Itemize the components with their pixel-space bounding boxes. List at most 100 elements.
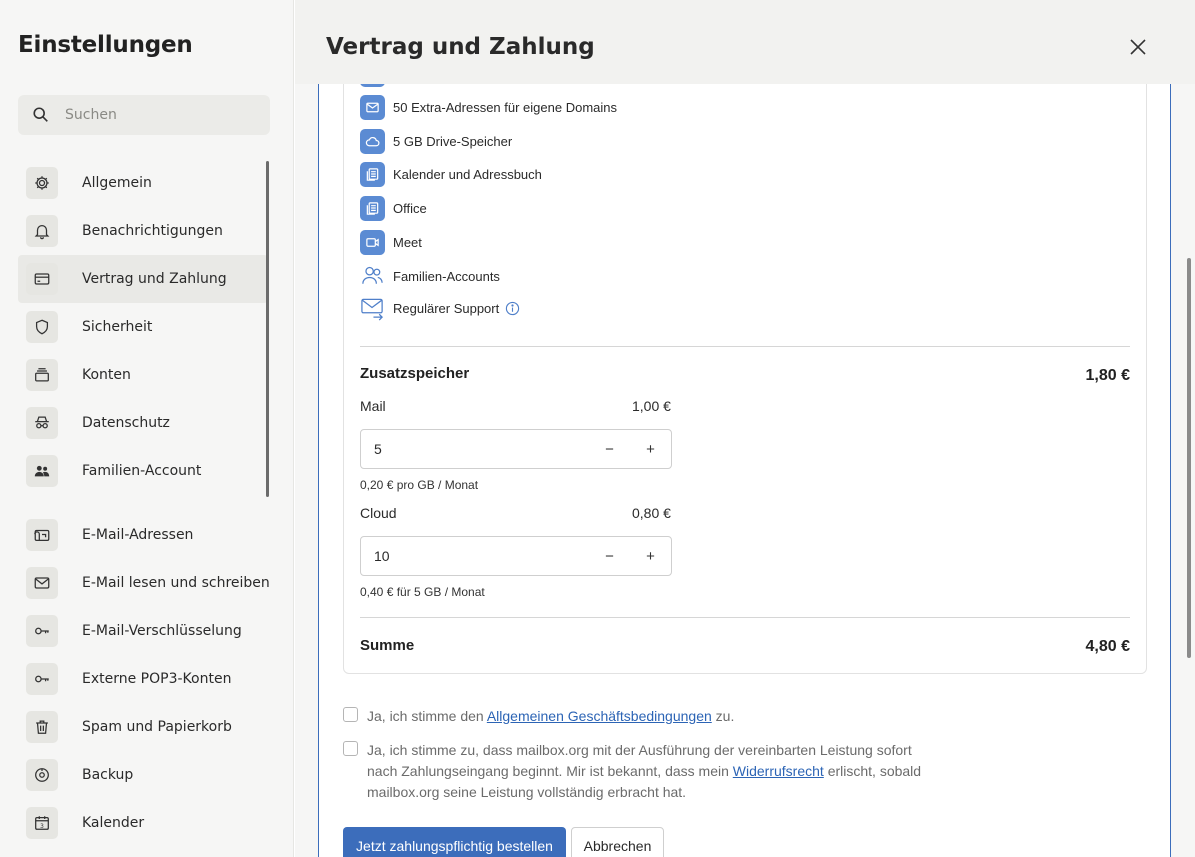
sidebar-item-label: Sicherheit bbox=[82, 319, 153, 335]
mail-quantity-value[interactable]: 5 bbox=[374, 441, 589, 457]
sidebar-item-vertrag-und-zahlung[interactable]: Vertrag und Zahlung bbox=[18, 255, 268, 303]
revocation-consent: Ja, ich stimme zu, dass mailbox.org mit … bbox=[343, 740, 927, 803]
svg-text:3: 3 bbox=[40, 824, 44, 830]
search-field[interactable]: Suchen bbox=[18, 95, 270, 135]
cloud-price-hint: 0,40 € für 5 GB / Monat bbox=[360, 585, 485, 599]
feature-label: 50 Extra-Adressen für eigene Domains bbox=[393, 99, 618, 115]
feature-label: 5 GB Drive-Speicher bbox=[393, 133, 513, 149]
sidebar-item-benachrichtigungen[interactable]: Benachrichtigungen bbox=[18, 207, 268, 255]
sidebar-item-label: Familien-Account bbox=[82, 463, 202, 479]
content-scrollbar[interactable] bbox=[1187, 258, 1191, 658]
feature-item: Meet bbox=[360, 229, 422, 255]
gear-icon bbox=[26, 167, 58, 199]
sidebar-item-e-mail-adressen[interactable]: E-Mail-Adressen bbox=[18, 511, 268, 559]
cloud-increment-button[interactable]: + bbox=[630, 548, 671, 565]
plan-card: 50 Extra-Adressen für eigene Domains 5 G… bbox=[343, 84, 1147, 674]
search-input[interactable]: Suchen bbox=[65, 107, 117, 123]
sidebar-item-label: E-Mail-Verschlüsselung bbox=[82, 623, 242, 639]
documents-icon bbox=[360, 161, 385, 187]
sidebar-item-label: E-Mail lesen und schreiben bbox=[82, 575, 270, 591]
feature-item: 50 Extra-Adressen für eigene Domains bbox=[360, 94, 617, 120]
dialog-content: 50 Extra-Adressen für eigene Domains 5 G… bbox=[318, 84, 1171, 857]
sidebar-item-familien-account[interactable]: Familien-Account bbox=[18, 447, 268, 495]
calendar-icon: 3 bbox=[26, 807, 58, 839]
storage-title: Zusatzspeicher bbox=[360, 365, 470, 382]
sidebar-item-label: E-Mail-Adressen bbox=[82, 527, 194, 543]
summary-amount: 4,80 € bbox=[1085, 638, 1130, 655]
main-panel: Vertrag und Zahlung 50 Extra-Adressen fü… bbox=[295, 0, 1195, 857]
feature-label: Office bbox=[393, 200, 427, 216]
settings-sidebar: Einstellungen Suchen Allgemein Benachric… bbox=[0, 0, 294, 857]
divider bbox=[360, 346, 1130, 347]
mail-label: Mail bbox=[360, 398, 386, 414]
search-icon bbox=[33, 107, 48, 122]
feature-item: Regulärer Support bbox=[360, 295, 520, 321]
revocation-consent-text: Ja, ich stimme zu, dass mailbox.org mit … bbox=[367, 740, 927, 803]
order-button[interactable]: Jetzt zahlungspflichtig bestellen bbox=[343, 827, 566, 857]
dialog-header: Vertrag und Zahlung bbox=[295, 0, 1195, 84]
credit-card-icon bbox=[26, 263, 58, 295]
sidebar-item-label: Konten bbox=[82, 367, 131, 383]
documents-icon bbox=[360, 195, 385, 221]
sidebar-item-label: Datenschutz bbox=[82, 415, 170, 431]
trash-icon bbox=[26, 711, 58, 743]
cloud-quantity-value[interactable]: 10 bbox=[374, 548, 589, 564]
storage-total: 1,80 € bbox=[1085, 367, 1130, 384]
mail-price-hint: 0,20 € pro GB / Monat bbox=[360, 478, 479, 492]
mailbox-icon bbox=[26, 519, 58, 551]
cloud-label: Cloud bbox=[360, 505, 397, 521]
sidebar-scrollbar[interactable] bbox=[266, 161, 269, 497]
users-icon bbox=[360, 264, 385, 289]
sidebar-item-sicherheit[interactable]: Sicherheit bbox=[18, 303, 268, 351]
feature-item: 5 GB Drive-Speicher bbox=[360, 128, 512, 154]
sidebar-item-backup[interactable]: Backup bbox=[18, 751, 268, 799]
shield-icon bbox=[26, 311, 58, 343]
agb-link[interactable]: Allgemeinen Geschäftsbedingungen bbox=[487, 708, 712, 724]
page-title: Vertrag und Zahlung bbox=[326, 34, 595, 60]
revocation-checkbox[interactable] bbox=[343, 741, 358, 756]
cloud-icon bbox=[360, 128, 385, 154]
mail-decrement-button[interactable]: − bbox=[589, 441, 630, 458]
feature-label: Meet bbox=[393, 234, 422, 250]
feature-icon bbox=[360, 84, 385, 87]
feature-item: Kalender und Adressbuch bbox=[360, 161, 542, 187]
settings-nav: Allgemein Benachrichtigungen Vertrag und… bbox=[18, 159, 270, 847]
sidebar-item-datenschutz[interactable]: Datenschutz bbox=[18, 399, 268, 447]
summary-label: Summe bbox=[360, 637, 415, 654]
feature-item-clipped bbox=[360, 84, 385, 87]
key-icon bbox=[26, 663, 58, 695]
cloud-price: 0,80 € bbox=[632, 505, 671, 521]
agb-prefix: Ja, ich stimme den bbox=[367, 708, 487, 724]
mail-quantity-stepper[interactable]: 5 − + bbox=[360, 429, 672, 469]
sidebar-item-e-mail-lesen-und-schreiben[interactable]: E-Mail lesen und schreiben bbox=[18, 559, 270, 607]
mail-increment-button[interactable]: + bbox=[630, 441, 671, 458]
sidebar-item-label: Spam und Papierkorb bbox=[82, 719, 232, 735]
sidebar-item-allgemein[interactable]: Allgemein bbox=[18, 159, 268, 207]
sidebar-item-e-mail-verschluesselung[interactable]: E-Mail-Verschlüsselung bbox=[18, 607, 268, 655]
revocation-link[interactable]: Widerrufsrecht bbox=[733, 763, 824, 779]
agb-consent: Ja, ich stimme den Allgemeinen Geschäfts… bbox=[343, 706, 927, 727]
sidebar-item-label: Kalender bbox=[82, 815, 145, 831]
cloud-quantity-stepper[interactable]: 10 − + bbox=[360, 536, 672, 576]
agb-checkbox[interactable] bbox=[343, 707, 358, 722]
feature-item: Office bbox=[360, 195, 427, 221]
feature-item: Familien-Accounts bbox=[360, 263, 500, 289]
sidebar-item-kalender[interactable]: 3 Kalender bbox=[18, 799, 268, 847]
nav-section-gap bbox=[18, 495, 268, 511]
sidebar-item-konten[interactable]: Konten bbox=[18, 351, 268, 399]
envelope-icon bbox=[360, 94, 385, 120]
sidebar-item-spam-und-papierkorb[interactable]: Spam und Papierkorb bbox=[18, 703, 268, 751]
divider bbox=[360, 617, 1130, 618]
envelope-icon bbox=[26, 567, 58, 599]
cancel-button[interactable]: Abbrechen bbox=[571, 827, 664, 857]
sidebar-item-label: Vertrag und Zahlung bbox=[82, 271, 227, 287]
close-icon[interactable] bbox=[1127, 36, 1149, 58]
agb-suffix: zu. bbox=[711, 708, 735, 724]
backup-icon bbox=[26, 759, 58, 791]
info-icon[interactable] bbox=[505, 301, 520, 316]
feature-label: Regulärer Support bbox=[393, 300, 500, 316]
sidebar-item-label: Backup bbox=[82, 767, 134, 783]
stack-icon bbox=[26, 359, 58, 391]
cloud-decrement-button[interactable]: − bbox=[589, 548, 630, 565]
sidebar-item-externe-pop3-konten[interactable]: Externe POP3-Konten bbox=[18, 655, 268, 703]
